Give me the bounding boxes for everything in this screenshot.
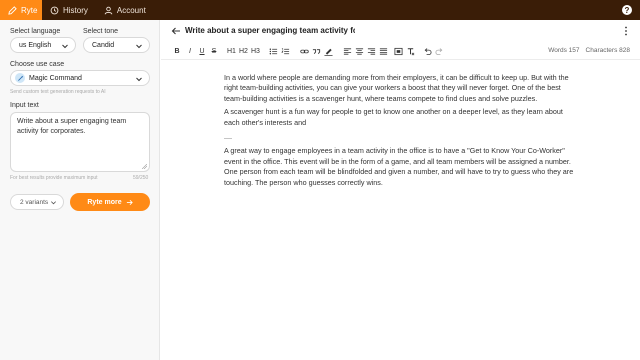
tone-label: Select tone <box>83 28 119 35</box>
chevron-down-icon <box>136 44 142 49</box>
edit-icon <box>8 5 17 15</box>
back-arrow-icon[interactable] <box>171 26 181 36</box>
tone-value: Candid <box>92 41 115 49</box>
resize-handle-icon[interactable] <box>142 164 147 169</box>
bold-button[interactable]: B <box>173 46 181 56</box>
top-nav-bar: Ryte History Account ? <box>0 0 640 20</box>
more-options-icon[interactable] <box>624 26 628 36</box>
link-icon[interactable] <box>300 46 309 56</box>
redo-icon[interactable] <box>435 46 444 56</box>
heading3-button[interactable]: H3 <box>251 46 260 56</box>
tab-history-label: History <box>63 5 88 15</box>
formatting-toolbar: B I U S H1 H2 H3 Words 157 Characters 82… <box>161 42 640 60</box>
ryte-more-label: Ryte more <box>87 198 122 206</box>
input-textarea[interactable]: Write about a super engaging team activi… <box>10 112 150 172</box>
word-count: Words 157 <box>548 47 580 54</box>
align-center-icon[interactable] <box>355 46 364 56</box>
chevron-down-icon <box>136 77 142 82</box>
bullet-list-icon[interactable] <box>269 46 278 56</box>
tab-ryte[interactable]: Ryte <box>0 0 42 20</box>
language-value: us English <box>19 41 52 49</box>
image-icon[interactable] <box>394 46 403 56</box>
highlight-icon[interactable] <box>324 46 333 56</box>
tab-account-label: Account <box>116 5 146 15</box>
language-label: Select language <box>10 28 61 35</box>
heading1-button[interactable]: H1 <box>227 46 236 56</box>
editor-content[interactable]: In a world where people are demanding mo… <box>224 73 580 191</box>
tab-history[interactable]: History <box>42 0 96 20</box>
history-icon <box>50 6 59 15</box>
align-right-icon[interactable] <box>367 46 376 56</box>
arrow-right-icon <box>126 199 133 205</box>
use-case-select[interactable]: Magic Command <box>10 70 150 86</box>
input-hint: For best results provide maximum input <box>10 175 98 181</box>
separator: ---- <box>224 136 232 143</box>
document-title[interactable]: Write about a super engaging team activi… <box>185 26 355 35</box>
editor-header: Write about a super engaging team activi… <box>161 20 640 42</box>
magic-wand-icon <box>15 73 25 83</box>
chevron-down-icon <box>51 201 56 205</box>
use-case-hint: Send custom text generation requests to … <box>10 89 106 95</box>
italic-button[interactable]: I <box>186 46 194 56</box>
tab-account[interactable]: Account <box>96 0 154 20</box>
help-icon[interactable]: ? <box>622 5 632 15</box>
editor-panel: Write about a super engaging team activi… <box>161 20 640 360</box>
user-icon <box>104 6 113 15</box>
language-select[interactable]: us English <box>10 37 76 53</box>
clear-format-icon[interactable] <box>406 46 415 56</box>
input-text-value: Write about a super engaging team activi… <box>17 118 127 135</box>
sidebar: Select language us English Select tone C… <box>0 20 160 360</box>
variants-select[interactable]: 2 variants <box>10 194 64 210</box>
tab-ryte-label: Ryte <box>21 5 38 15</box>
paragraph: A scavenger hunt is a fun way for people… <box>224 107 563 127</box>
chevron-down-icon <box>62 44 68 49</box>
ryte-more-button[interactable]: Ryte more <box>70 193 150 211</box>
use-case-value: Magic Command <box>29 74 82 82</box>
variants-value: 2 variants <box>20 198 49 206</box>
align-left-icon[interactable] <box>343 46 352 56</box>
quote-icon[interactable] <box>312 46 321 56</box>
use-case-label: Choose use case <box>10 61 65 68</box>
input-text-label: Input text <box>10 102 39 109</box>
tone-select[interactable]: Candid <box>83 37 150 53</box>
input-char-count: 59/250 <box>133 175 149 181</box>
paragraph: In a world where people are demanding mo… <box>224 73 569 103</box>
character-count: Characters 828 <box>585 47 630 54</box>
underline-button[interactable]: U <box>198 46 206 56</box>
paragraph: A great way to engage employees in a tea… <box>224 146 574 187</box>
align-justify-icon[interactable] <box>379 46 388 56</box>
numbered-list-icon[interactable] <box>281 46 290 56</box>
heading2-button[interactable]: H2 <box>239 46 248 56</box>
document-stats: Words 157 Characters 828 <box>548 47 630 54</box>
undo-icon[interactable] <box>423 46 432 56</box>
strikethrough-button[interactable]: S <box>210 46 218 56</box>
